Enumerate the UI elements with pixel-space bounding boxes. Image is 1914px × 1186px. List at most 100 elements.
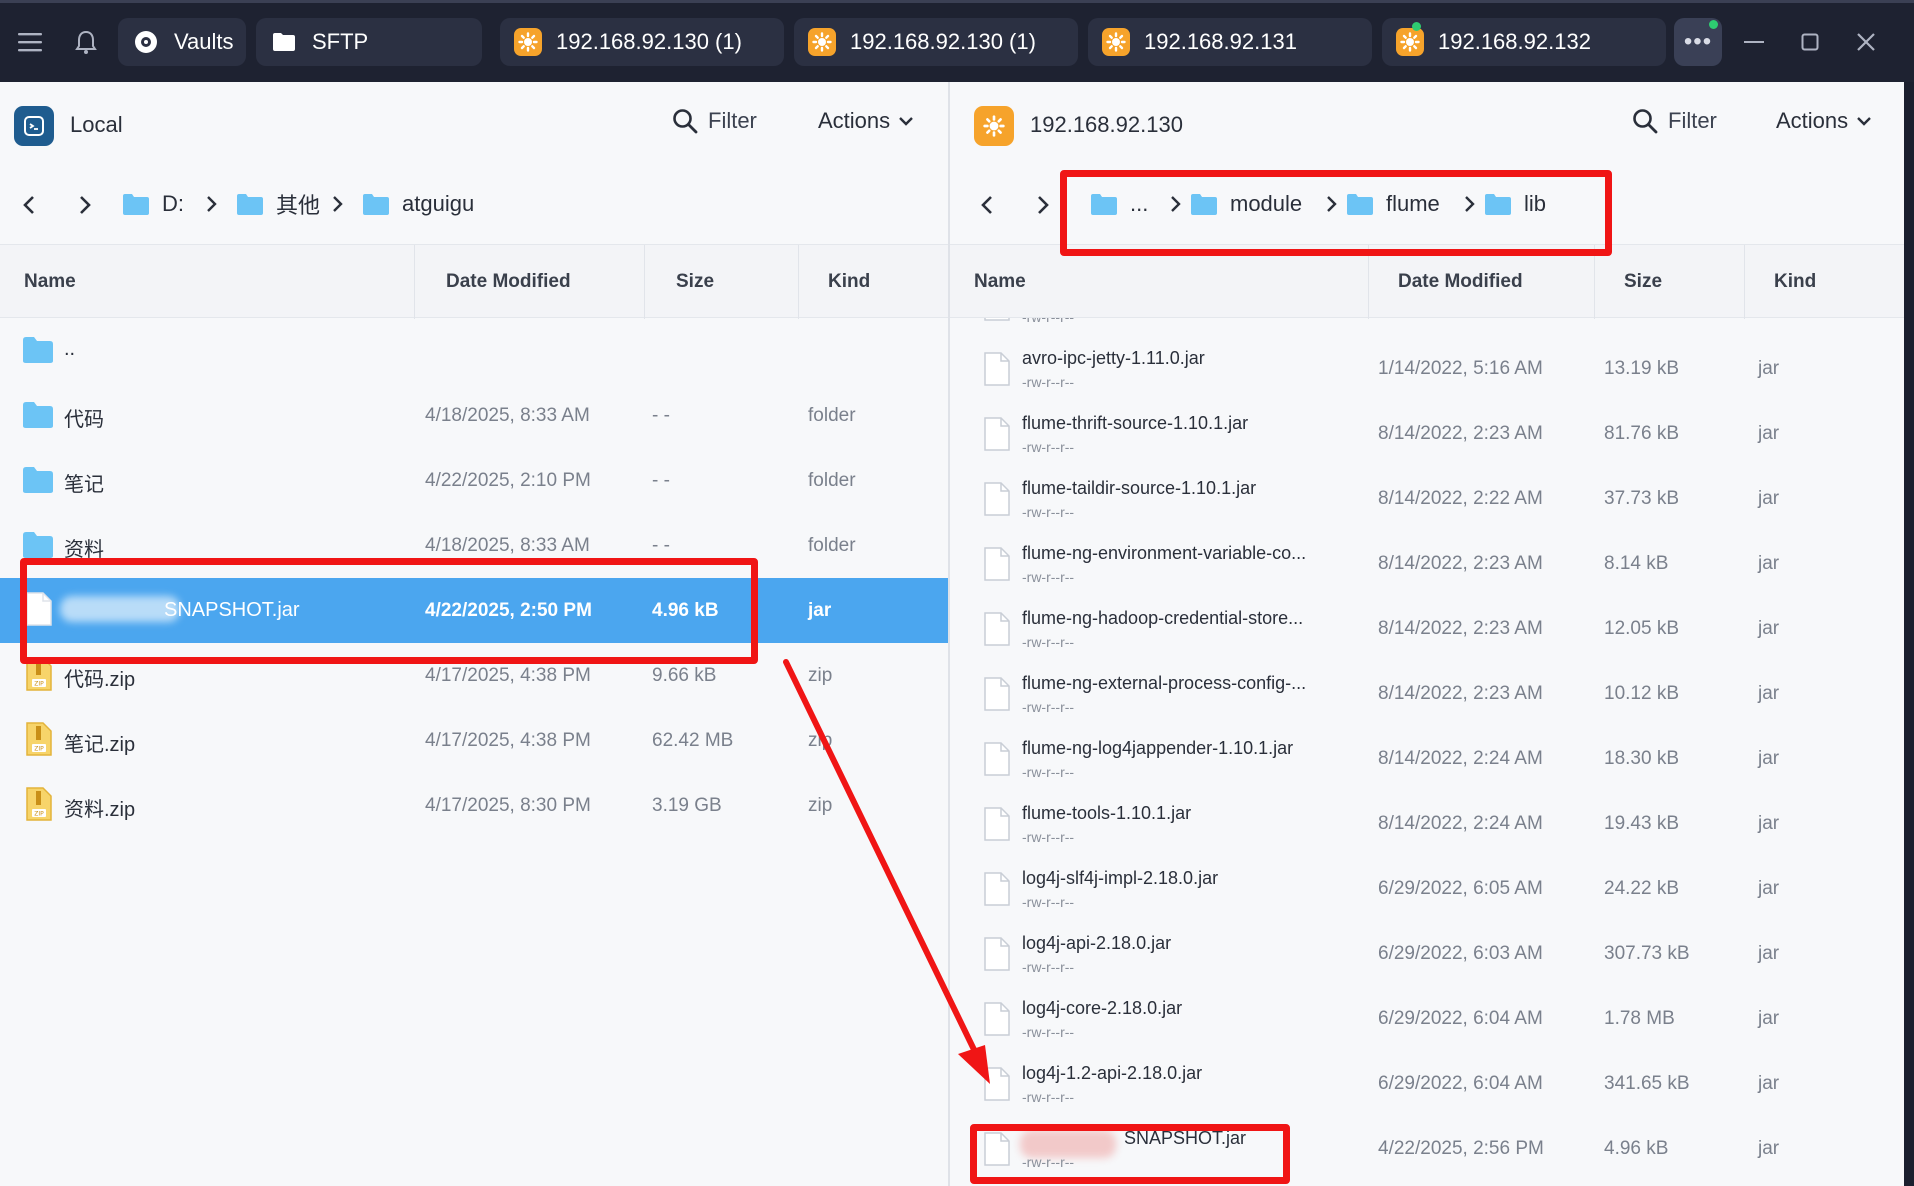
file-name: flume-ng-log4jappender-1.10.1.jar bbox=[1022, 738, 1294, 758]
list-item[interactable]: ZIP 代码.zip 4/17/2025, 4:38 PM 9.66 kB zi… bbox=[0, 643, 948, 708]
back-arrow-icon[interactable] bbox=[14, 190, 44, 220]
column-kind[interactable]: Kind bbox=[804, 245, 944, 319]
filter-button[interactable]: Filter bbox=[1632, 108, 1717, 134]
menu-icon[interactable] bbox=[12, 24, 48, 60]
table-row[interactable]: flume-ng-log4jappender-1.10.1.jar -rw-r--… bbox=[950, 726, 1904, 791]
breadcrumb-item[interactable]: D: bbox=[122, 186, 184, 222]
table-row[interactable]: flume-thrift-source-1.10.1.jar -rw-r--r--… bbox=[950, 401, 1904, 466]
actions-button[interactable]: Actions bbox=[1776, 108, 1872, 134]
filter-label: Filter bbox=[708, 108, 757, 133]
column-divider[interactable] bbox=[1744, 245, 1745, 319]
maximize-icon[interactable] bbox=[1790, 22, 1830, 62]
column-divider[interactable] bbox=[1368, 245, 1369, 319]
tab-host-3[interactable]: 192.168.92.131 bbox=[1088, 18, 1372, 66]
column-size[interactable]: Size bbox=[1600, 245, 1744, 319]
file-name: log4j-1.2-api-2.18.0.jar bbox=[1022, 1063, 1203, 1083]
column-date-modified[interactable]: Date Modified bbox=[422, 245, 644, 319]
table-row[interactable]: log4j-slf4j-impl-2.18.0.jar -rw-r--r-- 6/2… bbox=[950, 856, 1904, 921]
table-row[interactable]: SNAPSHOT.jar -rw-r--r-- 4/22/2025, 2:56 PM… bbox=[950, 1116, 1904, 1181]
breadcrumb-item[interactable]: 其他 bbox=[236, 186, 320, 222]
file-name: 代码.zip bbox=[64, 669, 136, 691]
forward-arrow-icon[interactable] bbox=[1028, 190, 1058, 220]
table-row[interactable]: flume-ng-hadoop-credential-store... -rw-r… bbox=[950, 596, 1904, 661]
back-arrow-icon[interactable] bbox=[972, 190, 1002, 220]
actions-button[interactable]: Actions bbox=[818, 108, 914, 134]
column-kind[interactable]: Kind bbox=[1750, 245, 1900, 319]
file-icon bbox=[984, 1002, 1010, 1036]
breadcrumb-item[interactable]: module bbox=[1190, 186, 1302, 222]
column-name[interactable]: Name bbox=[950, 245, 1368, 319]
tab-sftp[interactable]: SFTP bbox=[256, 18, 482, 66]
list-item[interactable]: 笔记 4/22/2025, 2:10 PM - - folder bbox=[0, 448, 948, 513]
file-date: 8/14/2022, 2:23 AM bbox=[1378, 423, 1543, 444]
chevron-down-icon bbox=[899, 117, 914, 126]
table-row[interactable]: log4j-api-2.18.0.jar -rw-r--r-- 6/29/2022,… bbox=[950, 921, 1904, 986]
folder-icon bbox=[1091, 194, 1117, 215]
folder-icon bbox=[363, 194, 389, 215]
table-row[interactable]: flume-tools-1.10.1.jar -rw-r--r-- 8/14/202… bbox=[950, 791, 1904, 856]
close-icon[interactable] bbox=[1846, 22, 1886, 62]
file-permissions: -rw-r--r-- bbox=[1022, 764, 1075, 780]
remote-file-list: -rw-r--r--8/14/2022, 2:22 AM24.96 kBjara… bbox=[950, 318, 1904, 1186]
file-size: 81.76 kB bbox=[1604, 423, 1679, 444]
column-headers: Name Date Modified Size Kind bbox=[950, 244, 1904, 319]
file-name: avro-ipc-jetty-1.11.0.jar bbox=[1022, 348, 1205, 368]
column-date-modified[interactable]: Date Modified bbox=[1374, 245, 1596, 319]
breadcrumb-item[interactable]: atguigu bbox=[362, 186, 474, 222]
file-icon bbox=[984, 1067, 1010, 1101]
file-name: 资料.zip bbox=[64, 799, 136, 821]
table-row[interactable]: flume-ng-environment-variable-co... -rw-r… bbox=[950, 531, 1904, 596]
tab-host-1[interactable]: 192.168.92.130 (1) bbox=[500, 18, 784, 66]
svg-text:ZIP: ZIP bbox=[34, 746, 44, 753]
column-divider[interactable] bbox=[644, 245, 645, 319]
file-size: 24.22 kB bbox=[1604, 878, 1679, 899]
list-item[interactable]: .. bbox=[0, 318, 948, 383]
file-date: 4/22/2025, 2:56 PM bbox=[1378, 1138, 1544, 1159]
breadcrumb-item[interactable]: ... bbox=[1090, 186, 1148, 222]
tab-host-4[interactable]: 192.168.92.132 bbox=[1382, 18, 1666, 66]
list-item[interactable]: 代码 4/18/2025, 8:33 AM - - folder bbox=[0, 383, 948, 448]
file-icon bbox=[984, 677, 1010, 711]
table-row-selected[interactable]: SNAPSHOT.jar 4/22/2025, 2:50 PM 4.96 kB … bbox=[0, 578, 948, 643]
column-name[interactable]: Name bbox=[0, 245, 414, 319]
tab-label: 192.168.92.132 bbox=[1438, 29, 1591, 54]
folder-icon bbox=[1485, 194, 1511, 215]
tab-label: 192.168.92.131 bbox=[1144, 29, 1297, 54]
column-divider[interactable] bbox=[798, 245, 799, 319]
table-row[interactable]: flume-ng-external-process-config-... -rw-… bbox=[950, 661, 1904, 726]
list-item[interactable]: ZIP 资料.zip 4/17/2025, 8:30 PM 3.19 GB zi… bbox=[0, 773, 948, 838]
list-item[interactable]: ZIP 笔记.zip 4/17/2025, 4:38 PM 62.42 MB z… bbox=[0, 708, 948, 773]
file-kind: jar bbox=[1758, 1138, 1780, 1159]
more-icon[interactable]: ••• bbox=[1674, 18, 1722, 66]
table-row[interactable]: log4j-core-2.18.0.jar -rw-r--r-- 6/29/2022… bbox=[950, 986, 1904, 1051]
breadcrumb-item[interactable]: flume bbox=[1346, 186, 1440, 222]
tab-vaults[interactable]: Vaults bbox=[118, 18, 246, 66]
file-size: 19.43 kB bbox=[1604, 813, 1679, 834]
column-size[interactable]: Size bbox=[652, 245, 798, 319]
column-divider[interactable] bbox=[414, 245, 415, 319]
file-size: 9.66 kB bbox=[652, 665, 717, 686]
bell-icon[interactable] bbox=[68, 24, 104, 60]
search-icon bbox=[1633, 109, 1658, 134]
folder-icon bbox=[237, 194, 263, 215]
table-row[interactable]: flume-taildir-source-1.10.1.jar -rw-r--r-… bbox=[950, 466, 1904, 531]
list-item[interactable]: 资料 4/18/2025, 8:33 AM - - folder bbox=[0, 513, 948, 578]
table-row[interactable]: avro-ipc-jetty-1.11.0.jar -rw-r--r-- 1/14/… bbox=[950, 336, 1904, 401]
filter-button[interactable]: Filter bbox=[672, 108, 757, 134]
file-date: 6/29/2022, 6:04 AM bbox=[1378, 1073, 1543, 1094]
column-divider[interactable] bbox=[1594, 245, 1595, 319]
table-row[interactable]: -rw-r--r--8/14/2022, 2:22 AM24.96 kBjar bbox=[950, 318, 1904, 336]
table-row[interactable]: log4j-1.2-api-2.18.0.jar -rw-r--r-- 6/29/2… bbox=[950, 1051, 1904, 1116]
breadcrumb-item[interactable]: lib bbox=[1484, 186, 1546, 222]
file-permissions: -rw-r--r-- bbox=[1022, 959, 1075, 975]
breadcrumb-label: ... bbox=[1130, 191, 1149, 216]
file-name: log4j-api-2.18.0.jar bbox=[1022, 933, 1172, 953]
file-permissions: -rw-r--r-- bbox=[1022, 894, 1075, 910]
file-permissions: -rw-r--r-- bbox=[1022, 1154, 1075, 1170]
file-permissions: -rw-r--r-- bbox=[1022, 504, 1075, 520]
file-kind: jar bbox=[1758, 813, 1780, 834]
forward-arrow-icon[interactable] bbox=[70, 190, 100, 220]
minimize-icon[interactable] bbox=[1734, 22, 1774, 62]
tab-host-2[interactable]: 192.168.92.130 (1) bbox=[794, 18, 1078, 66]
file-size: - - bbox=[652, 405, 670, 426]
